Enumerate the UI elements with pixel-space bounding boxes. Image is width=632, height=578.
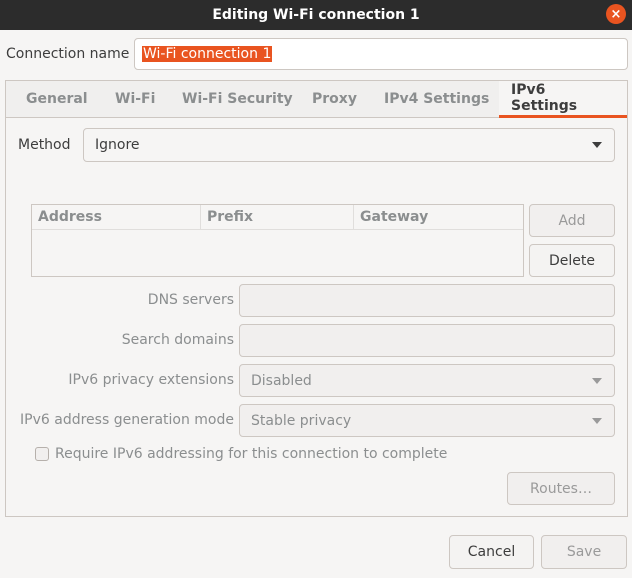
tab-general[interactable]: General bbox=[14, 81, 100, 117]
tab-wifi-security[interactable]: Wi-Fi Security bbox=[170, 81, 305, 117]
connection-name-input[interactable]: Wi-Fi connection 1 bbox=[134, 38, 628, 70]
tab-ipv6-settings[interactable]: IPv6 Settings bbox=[499, 81, 627, 118]
dns-servers-label: DNS servers bbox=[147, 292, 234, 308]
add-button[interactable]: Add bbox=[529, 204, 615, 237]
addresses-table-header: Address Prefix Gateway bbox=[32, 205, 523, 230]
chevron-down-icon bbox=[592, 377, 602, 384]
require-ipv6-checkbox[interactable] bbox=[35, 447, 49, 461]
method-dropdown[interactable]: Ignore bbox=[83, 128, 615, 162]
chevron-down-icon bbox=[592, 142, 602, 148]
column-address[interactable]: Address bbox=[32, 205, 200, 229]
tab-ipv4-settings[interactable]: IPv4 Settings bbox=[372, 81, 501, 117]
save-button[interactable]: Save bbox=[541, 535, 627, 569]
require-ipv6-label: Require IPv6 addressing for this connect… bbox=[55, 446, 448, 462]
dns-servers-input[interactable] bbox=[239, 284, 615, 317]
chevron-down-icon bbox=[592, 417, 602, 424]
tab-proxy[interactable]: Proxy bbox=[300, 81, 369, 117]
privacy-extensions-value: Disabled bbox=[251, 372, 312, 389]
connection-name-label: Connection name bbox=[6, 46, 130, 62]
close-icon[interactable]: × bbox=[606, 4, 626, 24]
column-prefix[interactable]: Prefix bbox=[200, 205, 353, 229]
address-generation-dropdown[interactable]: Stable privacy bbox=[239, 404, 615, 437]
privacy-extensions-dropdown[interactable]: Disabled bbox=[239, 364, 615, 397]
connection-name-value: Wi-Fi connection 1 bbox=[142, 46, 273, 62]
column-gateway[interactable]: Gateway bbox=[353, 205, 523, 229]
address-generation-label: IPv6 address generation mode bbox=[20, 412, 234, 428]
require-ipv6-row[interactable]: Require IPv6 addressing for this connect… bbox=[35, 446, 447, 462]
window-title: Editing Wi-Fi connection 1 bbox=[212, 7, 420, 23]
address-generation-value: Stable privacy bbox=[251, 412, 352, 429]
delete-button[interactable]: Delete bbox=[529, 244, 615, 277]
addresses-table[interactable]: Address Prefix Gateway bbox=[31, 204, 524, 277]
routes-button[interactable]: Routes… bbox=[507, 472, 615, 505]
title-bar: Editing Wi-Fi connection 1 × bbox=[0, 0, 632, 30]
settings-panel: General Wi-Fi Wi-Fi Security Proxy IPv4 … bbox=[5, 80, 628, 517]
tab-wifi[interactable]: Wi-Fi bbox=[103, 81, 167, 117]
cancel-button[interactable]: Cancel bbox=[449, 535, 534, 569]
search-domains-label: Search domains bbox=[121, 332, 234, 348]
method-label: Method bbox=[18, 137, 71, 153]
tab-bar: General Wi-Fi Wi-Fi Security Proxy IPv4 … bbox=[6, 81, 627, 118]
method-value: Ignore bbox=[95, 137, 140, 153]
privacy-extensions-label: IPv6 privacy extensions bbox=[68, 372, 234, 388]
search-domains-input[interactable] bbox=[239, 324, 615, 357]
